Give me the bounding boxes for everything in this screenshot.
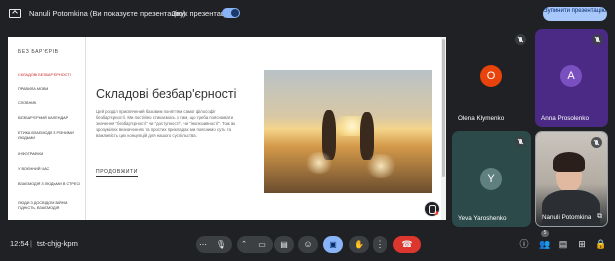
- avatar: A: [560, 65, 582, 87]
- slide-sidebar-item[interactable]: ІНФОГРАФІКИ: [18, 152, 82, 157]
- camera-icon: ▭: [258, 240, 266, 249]
- notification-dot: [434, 211, 438, 215]
- participant-tile[interactable]: A Anna Prosolenko: [535, 29, 608, 127]
- captions-icon: ▤: [280, 240, 288, 249]
- participant-name: Anna Prosolenko: [541, 115, 589, 122]
- floating-action-button[interactable]: [424, 201, 440, 217]
- participant-name: Olena Klymenko: [458, 115, 505, 122]
- presenter-status: Nanuli Potomkina (Ви показуєте презентац…: [29, 9, 186, 18]
- top-bar: Nanuli Potomkina (Ви показуєте презентац…: [0, 0, 615, 28]
- separator: |: [30, 239, 32, 248]
- end-call-button[interactable]: ☎: [393, 236, 421, 253]
- present-screen-icon: ▣: [329, 240, 337, 249]
- meeting-clock: 12:54: [10, 239, 29, 248]
- stop-presenting-button[interactable]: Зупинити презентацію: [543, 7, 607, 21]
- host-controls-icon[interactable]: 🔒: [594, 237, 608, 251]
- camera-button[interactable]: ⌃ ▭: [237, 236, 273, 253]
- toggle-knob: [231, 9, 239, 17]
- avatar: Y: [480, 168, 502, 190]
- shared-screen: БЕЗ БАР'ЄРІВ СКЛАДОВІ БЕЗБАР'ЄРНОСТІ ПРА…: [8, 37, 446, 220]
- emoji-icon: ☺: [303, 239, 313, 249]
- info-icon[interactable]: ⓘ: [517, 237, 531, 251]
- raise-hand-icon: ✋: [354, 240, 364, 249]
- presentation-sound-toggle[interactable]: [222, 8, 240, 18]
- end-call-icon: ☎: [401, 239, 413, 249]
- people-count-badge: 5: [541, 230, 549, 237]
- slide-sidebar-item[interactable]: ВЗАЄМОДІЯ З ЛЮДЬМИ В СТРЕСІ: [18, 182, 82, 187]
- chat-icon[interactable]: ▤: [556, 237, 570, 251]
- slide-sidebar-item[interactable]: БЕЗБАР'ЄРНИЙ КАЛЕНДАР: [18, 116, 82, 121]
- slide-sidebar-item[interactable]: ЕТИКА ВЗАЄМОДІЇ З РІЗНИМИ ЛЮДЬМИ: [18, 131, 82, 141]
- water-splash: [304, 152, 334, 174]
- slide-title: Складові безбар'єрності: [96, 87, 237, 101]
- slide-body-text: Цей розділ присвячений базовим поняттям …: [96, 109, 236, 138]
- emoji-button[interactable]: ☺: [298, 236, 318, 253]
- chevron-up-icon: ⌃: [241, 241, 247, 248]
- present-button[interactable]: ▣: [323, 236, 343, 253]
- mic-off-icon: [591, 137, 602, 148]
- beach-couple-photo: [264, 70, 432, 193]
- more-controls-button[interactable]: ⋯ 🎙: [196, 236, 232, 253]
- participant-tile[interactable]: Y Yeva Yaroshenko: [452, 131, 531, 227]
- self-video-tile[interactable]: Nanuli Potomkina ⧉: [535, 131, 608, 227]
- meeting-code: tst-chjg-kpm: [37, 239, 78, 248]
- person-silhouette: [360, 112, 374, 160]
- continue-link[interactable]: ПРОДОВЖИТИ: [96, 169, 138, 177]
- bottom-bar: 12:54 | tst-chjg-kpm ⋯ 🎙 ⌃ ▭ ▤ ☺ ▣ ✋ ⋮ ☎…: [0, 229, 615, 261]
- pip-icon[interactable]: ⧉: [597, 213, 602, 221]
- water-splash: [364, 154, 398, 178]
- self-clothes: [542, 190, 600, 226]
- present-screen-icon: [9, 9, 21, 18]
- people-icon[interactable]: 👥: [538, 237, 552, 251]
- mic-off-icon: [592, 34, 603, 45]
- slide-sidebar-item[interactable]: У ВОЄННИЙ ЧАС: [18, 167, 82, 172]
- slide-sidebar-item[interactable]: СКЛАДОВІ БЕЗБАР'ЄРНОСТІ: [18, 73, 82, 78]
- slide-scrollbar[interactable]: [441, 37, 446, 220]
- more-horiz-icon: ⋯: [199, 240, 207, 249]
- participant-name: Nanuli Potomkina: [542, 214, 592, 221]
- slide-sidebar-item[interactable]: ЛЮДИ З ДОСВІДОМ ВІЙНИ: ГІДНІСТЬ, ВЗАЄМОД…: [18, 201, 82, 211]
- slide-sidebar-item[interactable]: СЛОВНИК: [18, 101, 82, 106]
- presentation-sound-label: Звук презентації: [172, 9, 229, 18]
- activities-icon[interactable]: ⊞: [575, 237, 589, 251]
- more-options-button[interactable]: ⋮: [373, 236, 387, 253]
- participant-tile[interactable]: O Olena Klymenko: [452, 29, 531, 127]
- mic-icon: 🎙: [215, 240, 227, 249]
- more-vert-icon: ⋮: [375, 239, 385, 249]
- slide-sidebar-item[interactable]: ПРАВИЛА МОВИ: [18, 87, 82, 92]
- raise-hand-button[interactable]: ✋: [349, 236, 369, 253]
- captions-button[interactable]: ▤: [274, 236, 294, 253]
- self-hair: [553, 152, 585, 172]
- participant-name: Yeva Yaroshenko: [458, 215, 507, 222]
- avatar: O: [480, 65, 502, 87]
- mic-off-icon: [515, 136, 526, 147]
- slide-scroll-thumb[interactable]: [442, 39, 445, 177]
- slide-sidebar: БЕЗ БАР'ЄРІВ СКЛАДОВІ БЕЗБАР'ЄРНОСТІ ПРА…: [8, 37, 86, 220]
- mic-off-icon: [515, 34, 526, 45]
- slide-sidebar-title: БЕЗ БАР'ЄРІВ: [18, 49, 59, 55]
